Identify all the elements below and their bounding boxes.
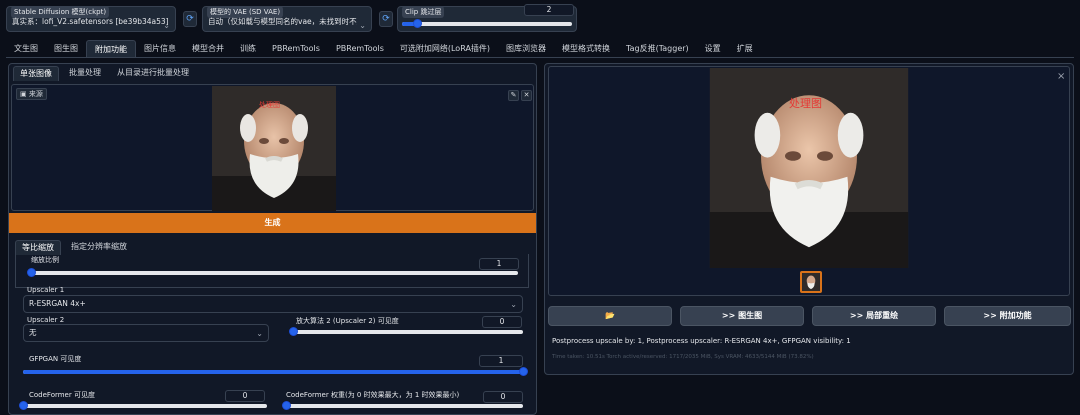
timing-info: Time taken: 10.51s Torch active/reserved… [552,354,814,360]
tab-txt2img[interactable]: 文生图 [6,40,46,57]
extras-input-panel: 单张图像 批量处理 从目录进行批量处理 ▣ 来源 ✎ ✕ 处理图 生成 等比缩放… [8,63,537,415]
checkpoint-value: 真实系：lofi_V2.safetensors [be39b34a53] [12,17,169,26]
tab-settings[interactable]: 设置 [697,40,729,57]
tab-extras[interactable]: 附加功能 [86,40,136,57]
extras-output-panel: × 处理图 📂 >> 图生图 >> 局部重绘 >> 附加功能 Postproce… [544,63,1074,375]
main-tabs: 文生图 图生图 附加功能 图片信息 模型合并 训练 PBRemTools PBR… [6,40,761,57]
send-to-inpaint-button[interactable]: >> 局部重绘 [812,306,936,326]
tab-pbremtools-1[interactable]: PBRemTools [264,40,328,57]
upscaler2-select[interactable]: 无 ⌄ [23,324,269,342]
close-icon[interactable]: ✕ [521,90,532,101]
chevron-down-icon: ⌄ [163,21,170,30]
upscaler2-value: 无 [29,328,37,337]
upscaler2-visibility-input[interactable]: 0 [482,316,522,328]
subtab-single-image[interactable]: 单张图像 [13,66,59,81]
vae-select[interactable]: 模型的 VAE (SD VAE) 自动（仅如载与模型同名的vae，未找到时不加 … [202,6,372,32]
source-label: 来源 [28,90,43,98]
chevron-down-icon: ⌄ [256,329,263,338]
upscaler2-visibility-label: 放大算法 2 (Upscaler 2) 可见度 [296,317,399,325]
tab-extensions[interactable]: 扩展 [729,40,761,57]
clip-skip-panel: Clip 跳过层 2 [397,4,577,32]
folder-icon: 📂 [605,311,615,320]
gfpgan-label: GFPGAN 可见度 [29,355,82,363]
subtab-batch-from-dir[interactable]: 从目录进行批量处理 [111,66,195,80]
tab-pbremtools-2[interactable]: PBRemTools [328,40,392,57]
scale-label: 缩放比例 [31,256,59,264]
chevron-down-icon: ⌄ [359,21,366,30]
codeformer-visibility-knob[interactable] [18,401,28,410]
subtab-batch-process[interactable]: 批量处理 [63,66,107,80]
scale-input[interactable]: 1 [479,258,519,270]
codeformer-visibility-label: CodeFormer 可见度 [29,391,95,399]
generation-info: Postprocess upscale by: 1, Postprocess u… [552,337,851,345]
tab-model-converter[interactable]: 模型格式转换 [554,40,618,57]
upscaler2-visibility-knob[interactable] [288,327,298,336]
image-icon: ▣ [20,90,27,98]
refresh-vae-button[interactable]: ⟳ [379,11,393,27]
upscaler2-visibility-slider[interactable] [288,327,523,336]
tab-image-browser[interactable]: 图库浏览器 [498,40,554,57]
upscaler1-value: R-ESRGAN 4x+ [29,299,86,308]
clip-skip-label: Clip 跳过层 [402,6,445,18]
source-image-box[interactable]: ▣ 来源 ✎ ✕ 处理图 [11,84,534,211]
codeformer-weight-knob[interactable] [281,401,291,410]
gfpgan-knob[interactable] [518,367,528,376]
codeformer-weight-label: CodeFormer 权重(为 0 时效果最大，为 1 时效果最小) [286,391,460,399]
codeformer-visibility-slider[interactable] [18,401,267,410]
source-watermark: 处理图 [259,101,280,109]
tab-img2img[interactable]: 图生图 [46,40,86,57]
output-watermark: 处理图 [789,97,822,110]
gfpgan-input[interactable]: 1 [479,355,523,367]
tab-scale-by[interactable]: 等比缩放 [15,240,61,255]
checkpoint-select[interactable]: Stable Diffusion 模型(ckpt) 真实系：lofi_V2.sa… [6,6,176,32]
source-label-tag: ▣ 来源 [16,88,47,100]
edit-icon[interactable]: ✎ [508,90,519,101]
close-icon[interactable]: × [1057,71,1065,82]
output-gallery: × 处理图 [548,66,1070,296]
upscaler1-label: Upscaler 1 [27,286,65,294]
clip-skip-input[interactable]: 2 [524,4,574,16]
generate-button[interactable]: 生成 [9,213,536,233]
send-to-img2img-button[interactable]: >> 图生图 [680,306,804,326]
upscaler2-label: Upscaler 2 [27,316,65,324]
tab-train[interactable]: 训练 [232,40,264,57]
tabs-divider [6,57,1074,58]
tab-additional-networks[interactable]: 可选附加网络(LoRA插件) [392,40,498,57]
scale-slider[interactable] [26,268,518,277]
upscaler1-select[interactable]: R-ESRGAN 4x+ ⌄ [23,295,523,313]
codeformer-weight-slider[interactable] [281,401,523,410]
tab-checkpoint-merger[interactable]: 模型合并 [184,40,232,57]
tab-scale-to[interactable]: 指定分辨率缩放 [65,240,133,254]
chevron-down-icon: ⌄ [510,300,517,309]
clip-skip-knob[interactable] [412,19,422,28]
gfpgan-fill [23,370,523,374]
send-to-extras-button[interactable]: >> 附加功能 [944,306,1071,326]
tab-tagger[interactable]: Tag反推(Tagger) [618,40,697,57]
scale-knob[interactable] [26,268,36,277]
open-folder-button[interactable]: 📂 [548,306,672,326]
codeformer-visibility-input[interactable]: 0 [225,390,265,402]
vae-value: 自动（仅如载与模型同名的vae，未找到时不加 [208,17,357,26]
refresh-checkpoint-button[interactable]: ⟳ [183,11,197,27]
clip-skip-slider[interactable] [402,19,572,28]
gfpgan-slider[interactable] [23,367,528,376]
tab-png-info[interactable]: 图片信息 [136,40,184,57]
codeformer-weight-input[interactable]: 0 [483,391,523,403]
output-thumbnail[interactable] [800,271,822,293]
